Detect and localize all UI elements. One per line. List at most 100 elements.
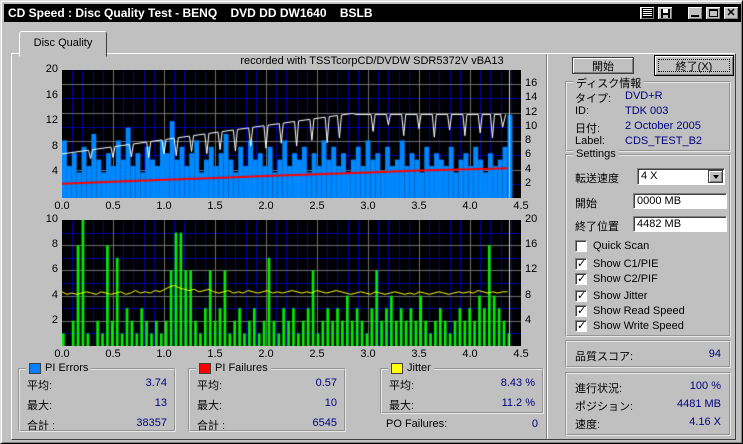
close-button[interactable]: ✕ — [723, 6, 739, 20]
book-icon — [642, 8, 653, 18]
reports-button[interactable] — [639, 6, 655, 20]
checkbox-show-c1-pie[interactable]: Show C1/PIE — [575, 258, 658, 270]
checkbox-icon[interactable] — [575, 305, 587, 317]
axis-tick-label: 8 — [525, 289, 551, 301]
close-icon: ✕ — [726, 8, 735, 18]
pi-errors-legend: PI Errors — [26, 362, 91, 374]
axis-tick-label: 3.5 — [407, 200, 431, 212]
floppy-save-icon — [661, 9, 670, 18]
speed-select[interactable]: 4 X — [637, 168, 725, 185]
jitter-title: Jitter — [407, 362, 431, 374]
stat-label: 平均: — [389, 377, 414, 393]
jitter-legend: Jitter — [388, 362, 434, 374]
progress-label: 進行状況: — [575, 380, 622, 396]
axis-tick-label: 10 — [525, 120, 551, 132]
tab-label: Disc Quality — [34, 37, 93, 49]
axis-tick-label: 10 — [32, 213, 58, 225]
checkbox-icon[interactable] — [575, 290, 587, 302]
minimize-icon — [691, 15, 699, 17]
checkbox-show-read-speed[interactable]: Show Read Speed — [575, 305, 685, 317]
axis-tick-label: 4.5 — [509, 348, 533, 360]
disc-info-value: 2 October 2005 — [625, 120, 701, 136]
axis-tick-label: 8 — [525, 134, 551, 146]
disc-info-group: ディスク情報 タイプ:DVD+R ID:TDK 003 日付:2 October… — [565, 81, 731, 152]
chevron-down-icon — [713, 175, 719, 182]
stat-value: 10 — [325, 397, 337, 413]
pi-failures-statbox: PI Failures 平均:0.57 最大:10 合計 :6545 — [188, 368, 346, 432]
checkbox-show-write-speed[interactable]: Show Write Speed — [575, 320, 684, 332]
axis-tick-label: 0.0 — [50, 348, 74, 360]
axis-tick-label: 20 — [32, 63, 58, 75]
checkbox-icon[interactable] — [575, 320, 587, 332]
pi-errors-color-swatch — [29, 363, 41, 374]
axis-tick-label: 14 — [525, 91, 551, 103]
po-failures-value: 0 — [532, 418, 538, 430]
stat-label: 平均: — [27, 377, 52, 393]
axis-tick-label: 8 — [32, 140, 58, 152]
pi-errors-chart — [62, 70, 521, 198]
stat-label: 平均: — [197, 377, 222, 393]
stat-label: 最大: — [27, 397, 52, 413]
tab-disc-quality[interactable]: Disc Quality — [19, 31, 107, 57]
maximize-button[interactable] — [705, 6, 721, 20]
disc-info-value: DVD+R — [625, 90, 663, 106]
axis-tick-label: 4 — [525, 314, 551, 326]
pi-errors-statbox: PI Errors 平均:3.74 最大:13 合計 :38357 — [18, 368, 176, 432]
checkbox-label: Show Jitter — [593, 290, 647, 302]
disc-info-label: Label: — [575, 135, 625, 147]
save-button[interactable] — [657, 6, 673, 20]
minimize-button[interactable] — [687, 6, 703, 20]
pi-failures-title: PI Failures — [215, 362, 268, 374]
axis-tick-label: 2.5 — [305, 200, 329, 212]
stat-label: 合計 : — [197, 417, 225, 433]
checkbox-icon[interactable] — [575, 273, 587, 285]
axis-tick-label: 12 — [525, 106, 551, 118]
po-failures-row: PO Failures: 0 — [386, 418, 538, 430]
axis-tick-label: 1.5 — [203, 200, 227, 212]
disc-info-label: ID: — [575, 105, 625, 117]
axis-tick-label: 2 — [525, 177, 551, 189]
exit-button[interactable]: 終了(X) — [654, 55, 734, 76]
axis-tick-label: 0.5 — [101, 348, 125, 360]
jitter-color-swatch — [391, 363, 403, 374]
stat-label: 合計 : — [27, 417, 55, 433]
end-position-label: 終了位置 — [575, 218, 619, 234]
disc-info-label: タイプ: — [575, 90, 625, 106]
pi-errors-title: PI Errors — [45, 362, 88, 374]
disc-info-label: 日付: — [575, 120, 625, 136]
checkbox-icon[interactable] — [575, 240, 587, 252]
axis-tick-label: 1.0 — [152, 348, 176, 360]
end-position-input[interactable]: 4482 MB — [633, 216, 727, 232]
speed-select-dropdown-button[interactable] — [708, 170, 723, 183]
checkbox-show-jitter[interactable]: Show Jitter — [575, 290, 647, 302]
checkbox-show-c2-pif[interactable]: Show C2/PIF — [575, 273, 658, 285]
settings-title: Settings — [573, 148, 619, 160]
checkbox-label: Show Write Speed — [593, 320, 684, 332]
axis-tick-label: 1.5 — [203, 348, 227, 360]
axis-tick-label: 12 — [32, 114, 58, 126]
quality-score-label: 品質スコア: — [575, 348, 633, 364]
checkbox-label: Quick Scan — [593, 240, 649, 252]
start-position-input[interactable]: 0000 MB — [633, 193, 727, 209]
maximize-icon — [709, 9, 718, 17]
axis-tick-label: 2.0 — [254, 200, 278, 212]
checkbox-quick-scan[interactable]: Quick Scan — [575, 240, 649, 252]
start-button[interactable]: 開始 — [572, 57, 634, 74]
stat-label: 最大: — [389, 397, 414, 413]
axis-tick-label: 4.5 — [509, 200, 533, 212]
axis-tick-label: 6 — [32, 263, 58, 275]
stat-value: 6545 — [313, 417, 337, 433]
axis-tick-label: 16 — [525, 238, 551, 250]
pi-failures-color-swatch — [199, 363, 211, 374]
stat-value: 13 — [155, 397, 167, 413]
titlebar[interactable]: CD Speed : Disc Quality Test - BENQ DVD … — [4, 4, 741, 22]
axis-tick-label: 16 — [525, 77, 551, 89]
checkbox-icon[interactable] — [575, 258, 587, 270]
speed-select-value: 4 X — [641, 170, 658, 182]
axis-tick-label: 12 — [525, 263, 551, 275]
speed-readout-label: 速度: — [575, 416, 600, 432]
settings-group: Settings 転送速度 4 X 開始 0000 MB 終了位置 4482 M… — [565, 154, 731, 337]
axis-tick-label: 1.0 — [152, 200, 176, 212]
quality-score-group: 品質スコア: 94 — [565, 340, 731, 368]
checkbox-label: Show C2/PIF — [593, 273, 658, 285]
